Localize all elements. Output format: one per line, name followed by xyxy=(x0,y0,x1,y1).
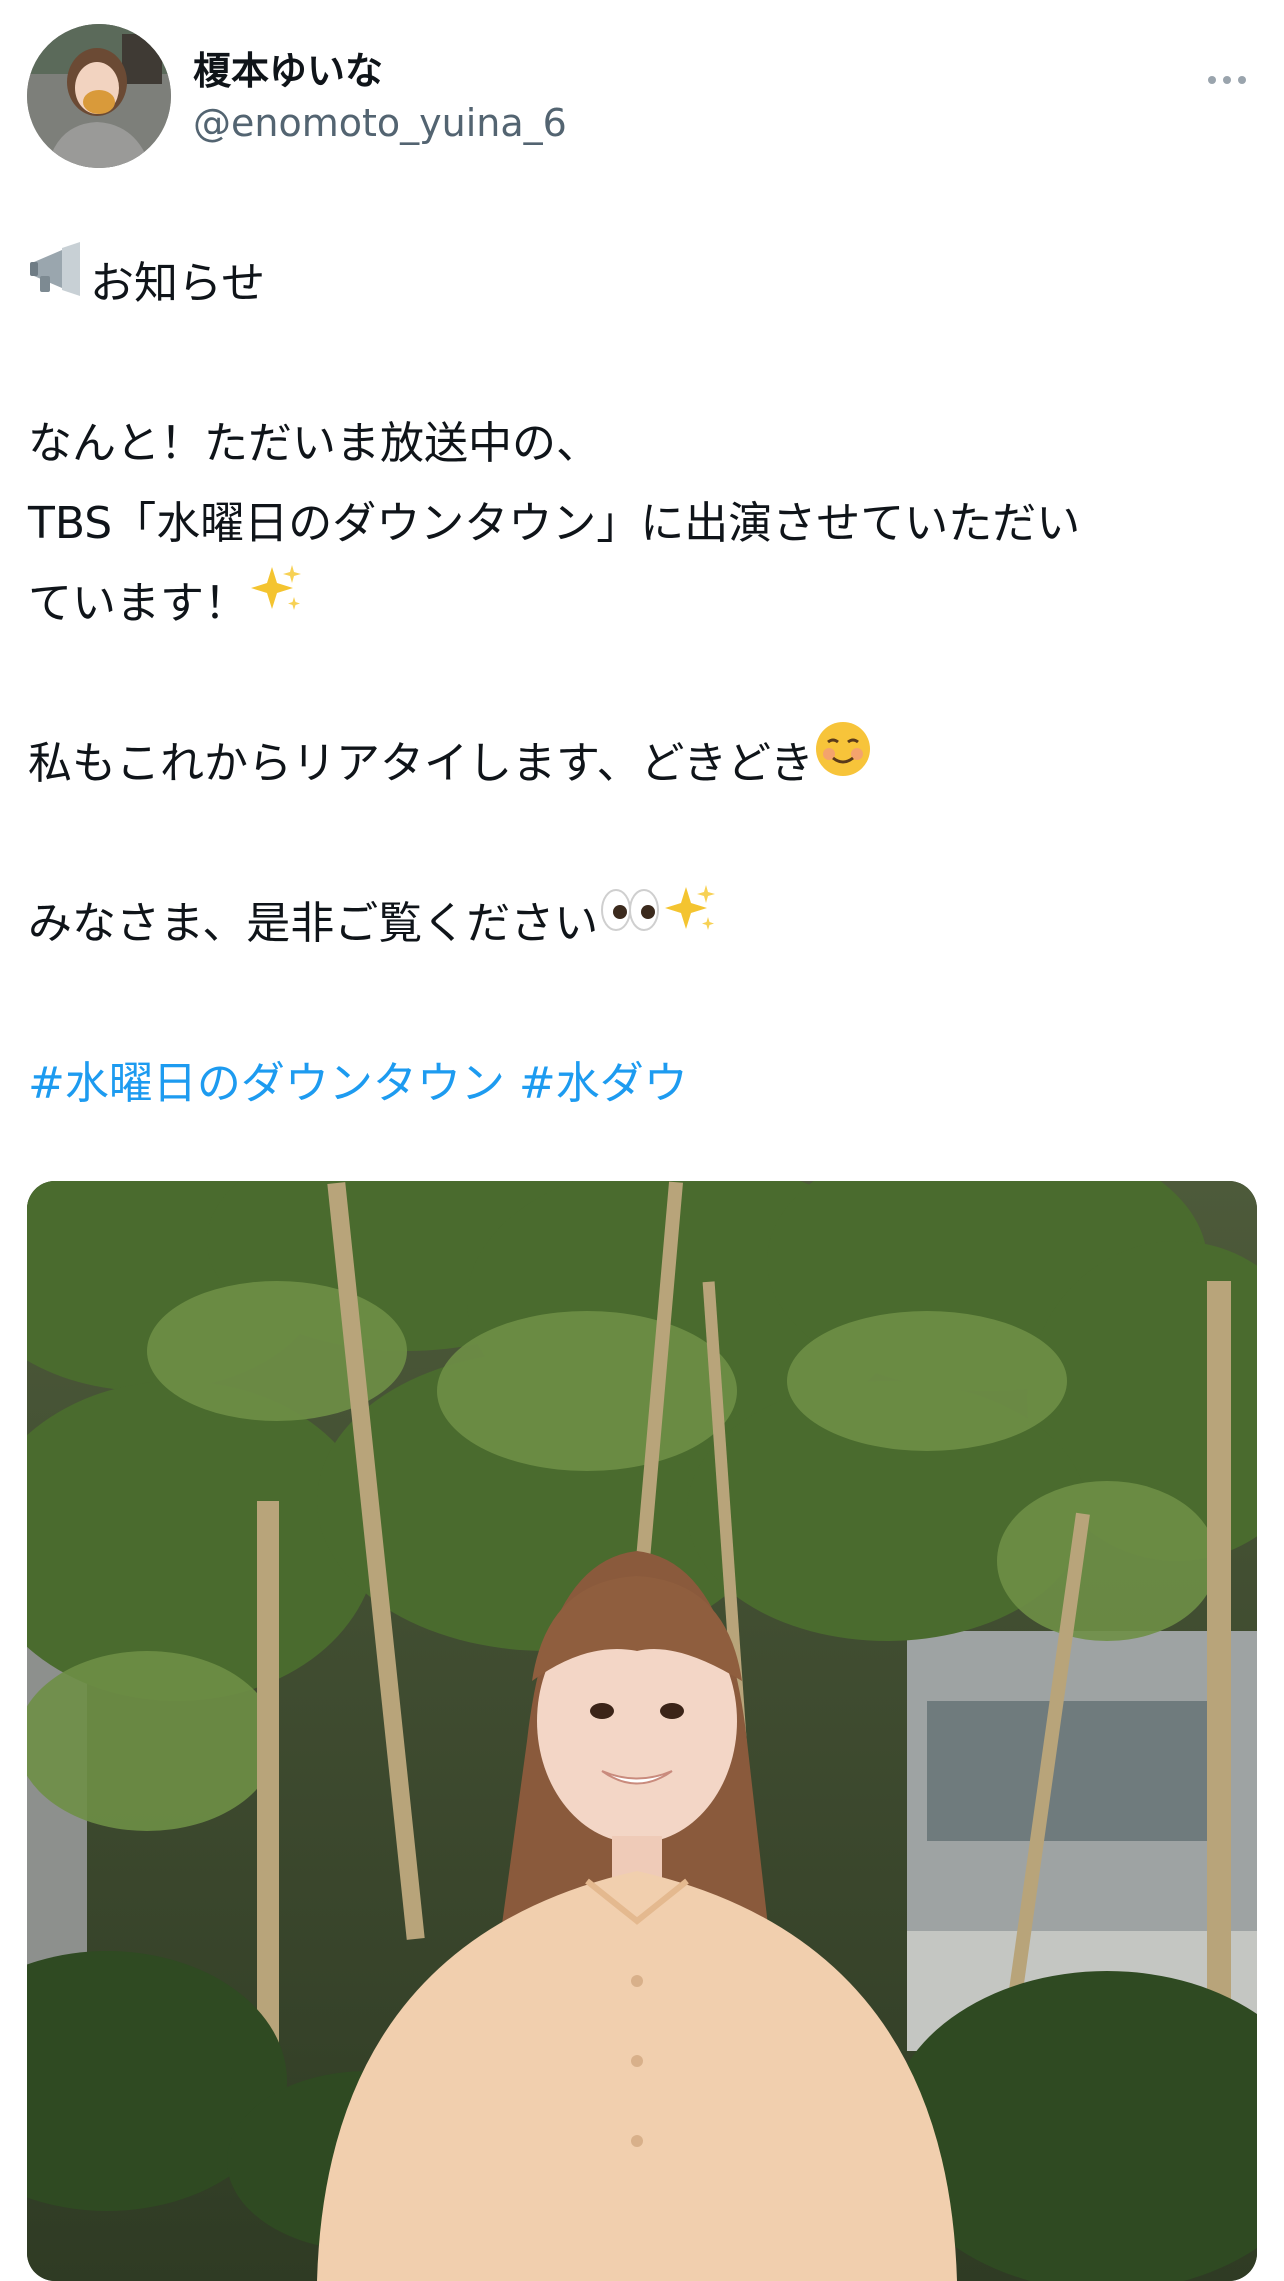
dot xyxy=(1208,76,1216,84)
hashtag-line: #水曜日のダウンタウン #水ダウ xyxy=(28,1044,1258,1124)
tweet-line-announce: お知らせ xyxy=(28,242,1258,324)
avatar[interactable] xyxy=(27,24,171,168)
photo-icon xyxy=(27,1181,1257,2281)
tweet-line: ています！ xyxy=(28,564,1258,644)
tweet-line: TBS「水曜日のダウンタウン」に出演させていただい xyxy=(28,498,1081,549)
sparkles-icon xyxy=(248,561,304,643)
dot xyxy=(1238,76,1246,84)
eyes-icon xyxy=(598,882,662,962)
tweet-line-text: みなさま、是非ご覧ください xyxy=(28,898,599,949)
tweet-text: お知らせ なんと！ただいま放送中の、 TBS「水曜日のダウンタウン」に出演させて… xyxy=(28,242,1258,1124)
display-name[interactable]: 榎本ゆいな xyxy=(193,40,383,95)
announce-label: お知らせ xyxy=(90,258,266,309)
more-options-button[interactable] xyxy=(1197,60,1257,100)
hashtag-link[interactable]: #水曜日のダウンタウン xyxy=(28,1058,505,1109)
user-handle[interactable]: @enomoto_yuina_6 xyxy=(193,101,567,145)
tweet-line: 私もこれからリアタイします、どきどき xyxy=(28,722,1258,804)
megaphone-icon xyxy=(28,238,90,326)
tweet-line: みなさま、是非ご覧ください xyxy=(28,884,1258,964)
hashtag-link[interactable]: #水ダウ xyxy=(519,1058,688,1109)
dot xyxy=(1223,76,1231,84)
tweet-line-text: ています！ xyxy=(28,578,248,629)
profile-photo-icon xyxy=(27,24,171,168)
tweet-line: なんと！ただいま放送中の、 xyxy=(28,418,600,469)
tweet-header: 榎本ゆいな @enomoto_yuina_6 xyxy=(27,24,1257,170)
tweet-photo[interactable] xyxy=(27,1181,1257,2281)
tweet-line-text: 私もこれからリアタイします、どきどき xyxy=(28,738,814,789)
sparkles-icon xyxy=(662,881,718,963)
smiling-face-icon xyxy=(814,720,872,804)
